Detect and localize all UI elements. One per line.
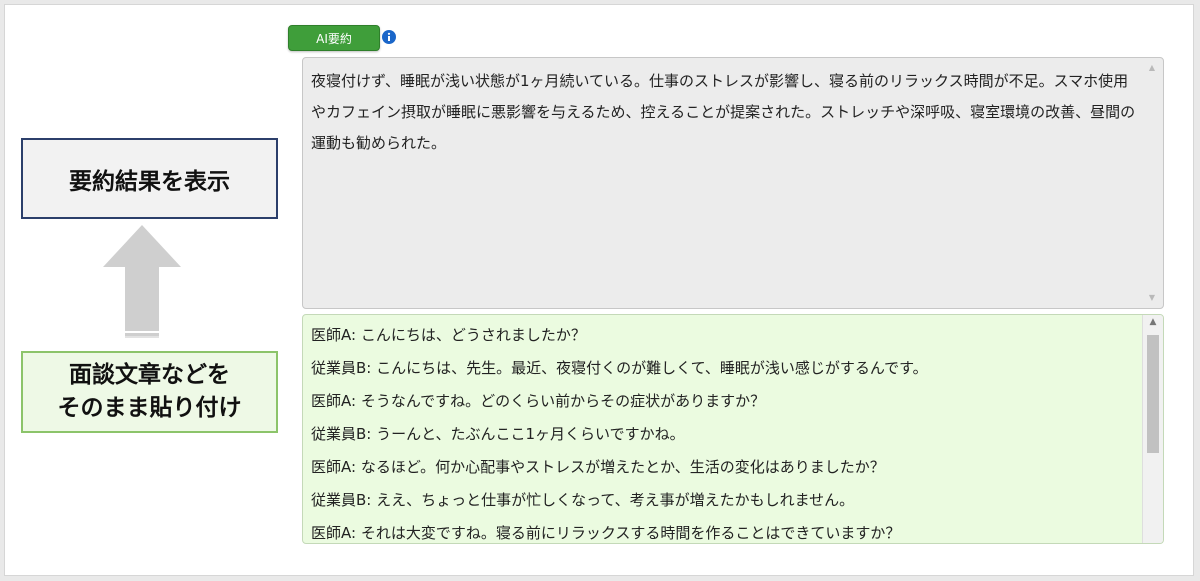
conversation-line: 医師A: こんにちは、どうされましたか？ [311, 326, 586, 344]
scroll-down-icon[interactable]: ▼ [1147, 294, 1157, 302]
summary-result-label: 要約結果を表示 [21, 138, 278, 219]
conversation-line: 医師A: そうなんですね。どのくらい前からその症状がありますか？ [311, 392, 766, 410]
summary-output-textarea[interactable]: 夜寝付けず、睡眠が浅い状態が1ヶ月続いている。仕事のストレスが影響し、寝る前のリ… [302, 57, 1164, 309]
conversation-input-textarea[interactable]: 医師A: こんにちは、どうされましたか？ 従業員B: こんにちは、先生。最近、夜… [302, 314, 1164, 544]
conversation-line: 従業員B: うーんと、たぶんここ1ヶ月くらいですかね。 [311, 425, 685, 443]
scroll-up-icon[interactable]: ▲ [1147, 64, 1157, 72]
paste-text-label: 面談文章などを そのまま貼り付け [21, 351, 278, 433]
conversation-line: 従業員B: こんにちは、先生。最近、夜寝付くのが難しくて、睡眠が浅い感じがするん… [311, 359, 928, 377]
conversation-scrollbar[interactable]: ▲ [1142, 315, 1163, 543]
summary-result-label-text: 要約結果を表示 [69, 168, 230, 195]
up-arrow-icon [103, 225, 181, 338]
paste-text-label-line1: 面談文章などを [69, 362, 230, 388]
summary-scrollbar[interactable]: ▲ ▼ [1147, 64, 1157, 302]
conversation-line: 医師A: それは大変ですね。寝る前にリラックスする時間を作ることはできていますか… [311, 524, 901, 542]
paste-text-label-line2: そのまま貼り付け [57, 395, 242, 421]
ai-summary-button[interactable]: AI要約 [288, 25, 380, 51]
scroll-up-icon[interactable]: ▲ [1143, 317, 1163, 327]
conversation-line: 従業員B: ええ、ちょっと仕事が忙しくなって、考え事が増えたかもしれません。 [311, 491, 855, 509]
info-icon[interactable] [382, 30, 396, 44]
conversation-line: 医師A: なるほど。何か心配事やストレスが増えたとか、生活の変化はありましたか？ [311, 458, 885, 476]
summary-output-text: 夜寝付けず、睡眠が浅い状態が1ヶ月続いている。仕事のストレスが影響し、寝る前のリ… [311, 72, 1136, 152]
scrollbar-thumb[interactable] [1147, 335, 1159, 453]
app-frame: 要約結果を表示 面談文章などを そのまま貼り付け AI要約 夜寝付けず、睡眠が浅… [4, 4, 1194, 576]
